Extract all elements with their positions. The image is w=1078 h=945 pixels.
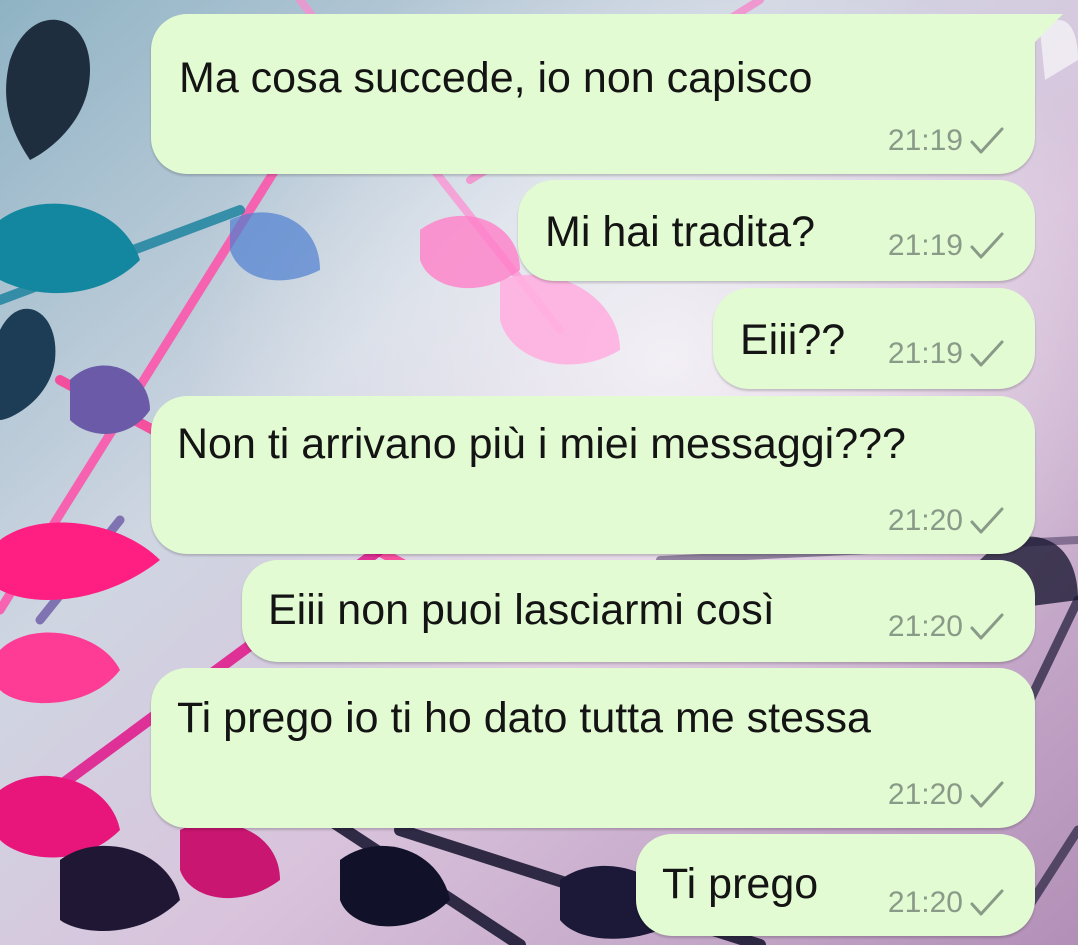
message-meta: 21:20 (888, 610, 1005, 644)
single-check-icon (970, 127, 1004, 154)
message-text: Ti prego (662, 860, 819, 908)
message-meta: 21:20 (888, 886, 1005, 920)
message-time: 21:20 (887, 504, 963, 537)
single-check-icon (970, 340, 1004, 367)
outgoing-message[interactable]: Non ti arrivano più i miei messaggi??? 2… (151, 396, 1035, 554)
message-meta: 21:19 (888, 229, 1005, 263)
message-meta: 21:19 (888, 124, 1005, 158)
message-time: 21:19 (887, 337, 963, 370)
message-text: Non ti arrivano più i miei messaggi??? (177, 420, 906, 468)
single-check-icon (970, 889, 1004, 916)
message-time: 21:20 (887, 886, 963, 919)
message-meta: 21:20 (888, 504, 1005, 538)
single-check-icon (970, 613, 1004, 640)
outgoing-message[interactable]: Eiii?? 21:19 (713, 288, 1035, 389)
single-check-icon (970, 781, 1004, 808)
single-check-icon (970, 507, 1004, 534)
message-time: 21:20 (887, 778, 963, 811)
outgoing-message[interactable]: Ti prego 21:20 (636, 834, 1035, 936)
message-time: 21:19 (887, 124, 963, 157)
message-text: Eiii non puoi lasciarmi così (268, 586, 775, 634)
outgoing-message[interactable]: Mi hai tradita? 21:19 (518, 180, 1035, 281)
bubble-tail (1035, 14, 1063, 42)
message-meta: 21:20 (888, 778, 1005, 812)
outgoing-message[interactable]: Eiii non puoi lasciarmi così 21:20 (242, 560, 1035, 662)
message-text: Ti prego io ti ho dato tutta me stessa (177, 694, 871, 742)
message-text: Ma cosa succede, io non capisco (179, 54, 813, 102)
message-time: 21:19 (887, 229, 963, 262)
message-text: Mi hai tradita? (545, 208, 816, 256)
single-check-icon (970, 232, 1004, 259)
message-time: 21:20 (887, 610, 963, 643)
message-text: Eiii?? (740, 316, 846, 364)
outgoing-message[interactable]: Ma cosa succede, io non capisco 21:19 (151, 14, 1063, 174)
outgoing-message[interactable]: Ti prego io ti ho dato tutta me stessa 2… (151, 668, 1035, 828)
message-meta: 21:19 (888, 337, 1005, 371)
